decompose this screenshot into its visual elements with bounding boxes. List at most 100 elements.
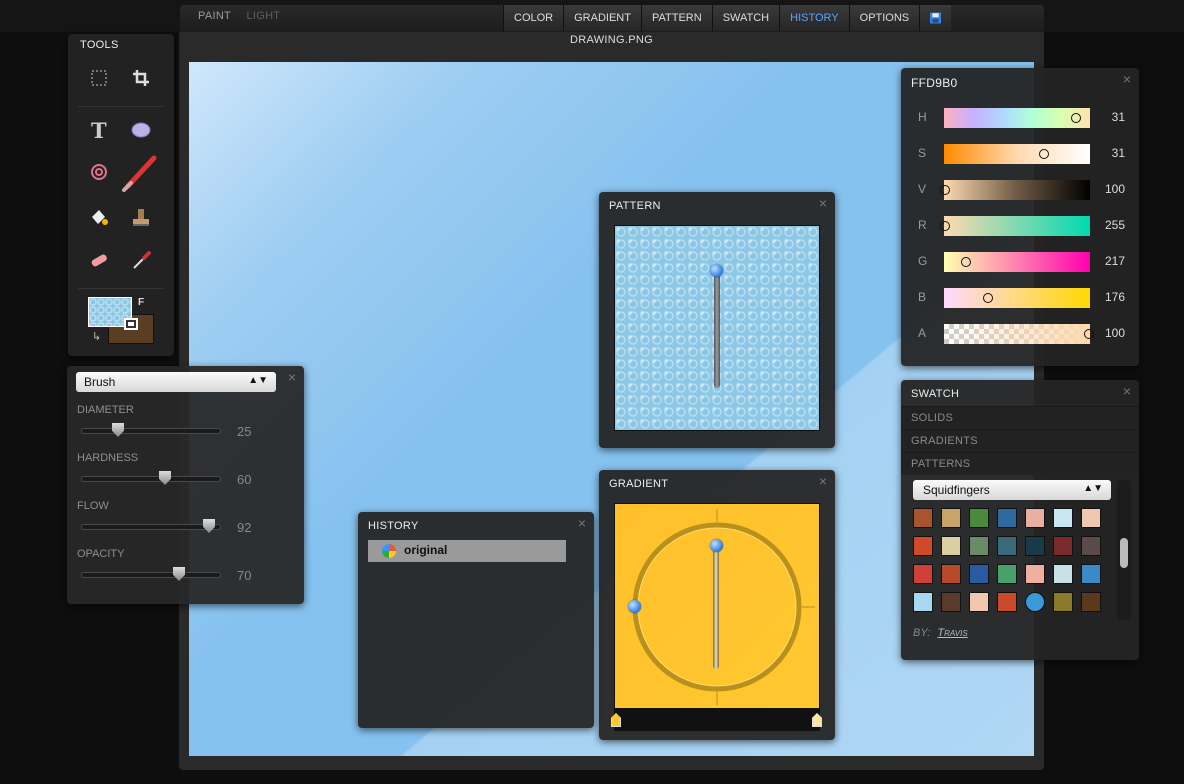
fill-tool[interactable] — [85, 204, 113, 232]
swatch-item[interactable] — [1081, 564, 1101, 584]
swatch-item[interactable] — [1053, 536, 1073, 556]
hardness-slider[interactable] — [81, 471, 221, 485]
gradient-radius-knob[interactable] — [628, 600, 641, 613]
crop-tool[interactable] — [127, 64, 155, 92]
text-tool[interactable]: T — [85, 116, 113, 144]
flow-slider[interactable] — [81, 519, 221, 533]
menu-gradient[interactable]: GRADIENT — [563, 5, 641, 31]
swatch-item[interactable] — [1025, 564, 1045, 584]
gradient-close-button[interactable]: × — [819, 473, 827, 489]
opacity-slider-thumb[interactable] — [173, 567, 185, 581]
hardness-slider-thumb[interactable] — [159, 471, 171, 485]
saturation-slider-knob[interactable] — [1039, 149, 1049, 159]
eraser-tool[interactable] — [85, 246, 113, 274]
pattern-rotation-handle[interactable] — [714, 270, 720, 388]
eyedropper-icon — [133, 251, 151, 269]
alpha-slider[interactable] — [944, 324, 1094, 344]
swatch-item[interactable] — [913, 508, 933, 528]
red-slider-knob[interactable] — [940, 221, 950, 231]
marquee-tool[interactable] — [85, 64, 113, 92]
reset-colors-icon[interactable] — [124, 318, 138, 330]
marquee-icon — [91, 70, 107, 86]
green-slider[interactable] — [944, 252, 1090, 272]
swatch-item[interactable] — [941, 508, 961, 528]
value-slider-knob[interactable] — [940, 185, 950, 195]
swatch-item[interactable] — [997, 592, 1017, 612]
hue-slider[interactable] — [944, 108, 1090, 128]
swatch-item[interactable] — [913, 536, 933, 556]
gradient-angle-handle[interactable] — [713, 544, 719, 669]
brush-close-button[interactable]: × — [288, 369, 296, 385]
value-slider[interactable] — [940, 180, 1090, 200]
menu-history[interactable]: HISTORY — [779, 5, 849, 31]
swatch-item[interactable] — [997, 564, 1017, 584]
swatch-item[interactable] — [913, 592, 933, 612]
swatch-item[interactable] — [969, 536, 989, 556]
swatch-item[interactable] — [1025, 508, 1045, 528]
history-close-button[interactable]: × — [578, 515, 586, 531]
tab-gradients[interactable]: GRADIENTS — [901, 429, 1139, 452]
swatch-item[interactable] — [969, 508, 989, 528]
menu-options[interactable]: OPTIONS — [848, 5, 920, 31]
menu-pattern[interactable]: PATTERN — [640, 5, 712, 31]
green-label: G — [918, 254, 928, 268]
color-hex-value[interactable]: FFD9B0 — [911, 76, 957, 90]
history-title: HISTORY — [368, 520, 419, 532]
diameter-slider-thumb[interactable] — [112, 423, 124, 437]
pattern-set-select[interactable]: Squidfingers ▲▼ — [913, 480, 1111, 500]
menu-color[interactable]: COLOR — [503, 5, 564, 31]
gradient-angle-knob[interactable] — [710, 539, 723, 552]
tab-solids[interactable]: SOLIDS — [901, 406, 1139, 429]
swatch-item[interactable] — [1025, 536, 1045, 556]
color-close-button[interactable]: × — [1123, 71, 1131, 87]
saturation-slider[interactable] — [944, 144, 1090, 164]
swatch-item[interactable] — [941, 536, 961, 556]
menu-swatch[interactable]: SWATCH — [711, 5, 780, 31]
diameter-slider[interactable] — [81, 423, 221, 437]
nav-paint[interactable]: PAINT — [198, 10, 231, 22]
eyedropper-tool[interactable] — [127, 246, 155, 274]
alpha-slider-knob[interactable] — [1084, 329, 1094, 339]
author-link[interactable]: Travis — [937, 627, 967, 639]
swatch-item[interactable] — [997, 536, 1017, 556]
swap-colors-icon[interactable]: ↳ — [92, 330, 101, 343]
swatch-item[interactable] — [1081, 536, 1101, 556]
ellipse-tool[interactable] — [127, 116, 155, 144]
swatch-item[interactable] — [941, 564, 961, 584]
swatch-item[interactable] — [1053, 564, 1073, 584]
gradient-stop-bar[interactable] — [611, 709, 822, 731]
gradient-stop-right[interactable] — [812, 713, 822, 727]
tab-patterns[interactable]: PATTERNS — [901, 452, 1139, 475]
swatch-scrollbar[interactable] — [1117, 480, 1131, 620]
swatch-item[interactable] — [941, 592, 961, 612]
swatch-item[interactable] — [969, 564, 989, 584]
swatch-item[interactable] — [969, 592, 989, 612]
flow-slider-thumb[interactable] — [203, 519, 215, 533]
opacity-slider[interactable] — [81, 567, 221, 581]
brush-type-select[interactable]: Brush ▲▼ — [76, 372, 276, 392]
green-slider-knob[interactable] — [961, 257, 971, 267]
swatch-item[interactable] — [1081, 592, 1101, 612]
brush-tool[interactable] — [120, 152, 160, 192]
swatch-item[interactable] — [1025, 592, 1045, 612]
hue-slider-knob[interactable] — [1071, 113, 1081, 123]
nav-light[interactable]: LIGHT — [246, 10, 280, 22]
pattern-knob[interactable] — [710, 264, 723, 277]
blue-slider-knob[interactable] — [983, 293, 993, 303]
swatch-close-button[interactable]: × — [1123, 383, 1131, 399]
gradient-stop-left[interactable] — [611, 713, 621, 727]
save-button[interactable] — [919, 5, 952, 31]
swatch-item[interactable] — [1053, 508, 1073, 528]
red-slider[interactable] — [940, 216, 1090, 236]
spirograph-tool[interactable] — [85, 158, 113, 186]
stamp-tool[interactable] — [127, 204, 155, 232]
blue-slider[interactable] — [944, 288, 1090, 308]
swatch-item[interactable] — [997, 508, 1017, 528]
swatch-scrollbar-thumb[interactable] — [1120, 538, 1128, 568]
swatch-item[interactable] — [1053, 592, 1073, 612]
pattern-close-button[interactable]: × — [819, 195, 827, 211]
history-item[interactable]: original — [368, 540, 566, 562]
swatch-item[interactable] — [913, 564, 933, 584]
swatch-item[interactable] — [1081, 508, 1101, 528]
gradient-preview[interactable] — [614, 503, 820, 709]
